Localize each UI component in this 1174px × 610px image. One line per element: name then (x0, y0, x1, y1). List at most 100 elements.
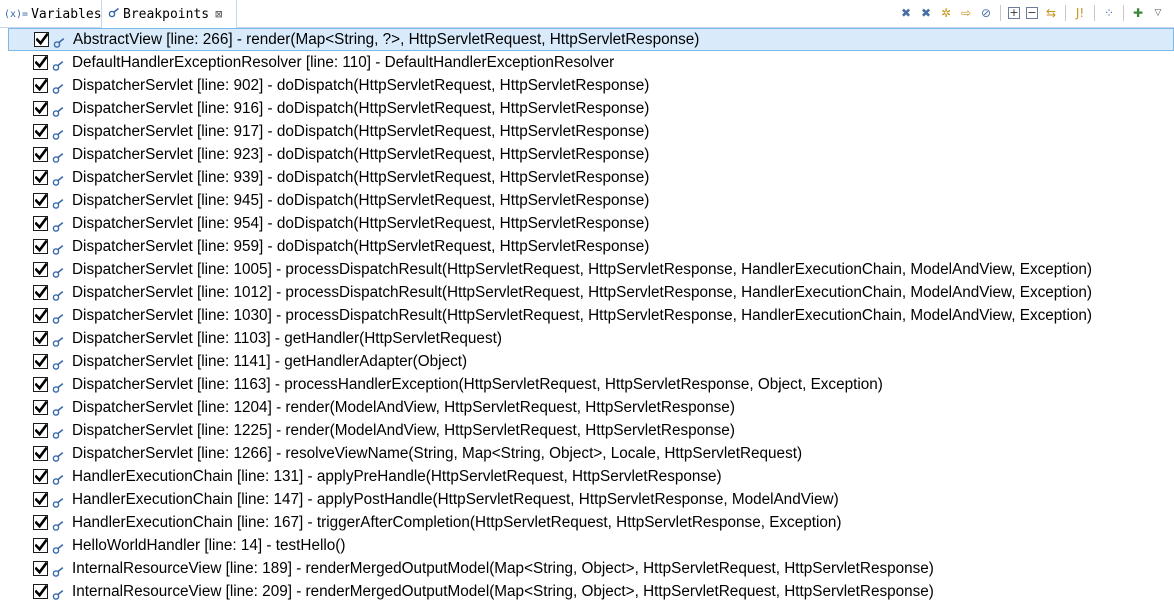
go-to-file-icon[interactable]: ⇨ (959, 5, 973, 21)
breakpoint-row[interactable]: DispatcherServlet [line: 945] - doDispat… (8, 189, 1174, 212)
breakpoint-icon (52, 218, 64, 232)
breakpoint-enabled-checkbox[interactable] (33, 538, 48, 553)
breakpoint-enabled-checkbox[interactable] (33, 446, 48, 461)
breakpoint-enabled-checkbox[interactable] (33, 216, 48, 231)
breakpoint-row[interactable]: DispatcherServlet [line: 1163] - process… (8, 373, 1174, 396)
tab-breakpoints[interactable]: Breakpoints ⊠ (101, 0, 237, 28)
breakpoint-enabled-checkbox[interactable] (33, 239, 48, 254)
breakpoint-enabled-checkbox[interactable] (33, 308, 48, 323)
breakpoint-row[interactable]: DispatcherServlet [line: 1005] - process… (8, 258, 1174, 281)
breakpoint-row[interactable]: DispatcherServlet [line: 939] - doDispat… (8, 166, 1174, 189)
view-menu-icon[interactable]: ▽ (1151, 5, 1165, 21)
remove-selected-breakpoints-icon[interactable]: ✖ (899, 5, 913, 21)
breakpoint-row[interactable]: AbstractView [line: 266] - render(Map<St… (8, 28, 1174, 51)
breakpoint-icon (52, 448, 64, 462)
toolbar-separator (1094, 5, 1095, 21)
breakpoint-enabled-checkbox[interactable] (33, 262, 48, 277)
breakpoint-icon (52, 264, 64, 278)
breakpoint-label: HandlerExecutionChain [line: 131] - appl… (72, 467, 722, 485)
close-icon[interactable]: ⊠ (215, 7, 222, 21)
breakpoint-row[interactable]: DispatcherServlet [line: 917] - doDispat… (8, 120, 1174, 143)
breakpoint-row[interactable]: DispatcherServlet [line: 916] - doDispat… (8, 97, 1174, 120)
breakpoint-label: DispatcherServlet [line: 1141] - getHand… (72, 352, 468, 370)
show-supported-breakpoints-icon[interactable]: ✲ (939, 5, 953, 21)
toolbar-separator (1065, 5, 1066, 21)
breakpoint-row[interactable]: InternalResourceView [line: 209] - rende… (8, 580, 1174, 603)
breakpoint-label: DispatcherServlet [line: 1204] - render(… (72, 398, 735, 416)
breakpoint-icon (52, 149, 64, 163)
remove-all-breakpoints-icon[interactable]: ✖ (919, 5, 933, 21)
import-breakpoints-icon[interactable]: ⁘ (1102, 5, 1116, 21)
breakpoint-label: DispatcherServlet [line: 1163] - process… (72, 375, 883, 393)
breakpoint-enabled-checkbox[interactable] (33, 400, 48, 415)
breakpoint-row[interactable]: DispatcherServlet [line: 1030] - process… (8, 304, 1174, 327)
collapse-all-icon[interactable]: − (1026, 7, 1038, 19)
breakpoint-enabled-checkbox[interactable] (33, 78, 48, 93)
breakpoint-icon (52, 494, 64, 508)
breakpoint-row[interactable]: HandlerExecutionChain [line: 131] - appl… (8, 465, 1174, 488)
breakpoint-label: InternalResourceView [line: 209] - rende… (72, 582, 934, 600)
breakpoint-row[interactable]: DispatcherServlet [line: 1012] - process… (8, 281, 1174, 304)
breakpoint-row[interactable]: InternalResourceView [line: 189] - rende… (8, 557, 1174, 580)
breakpoint-row[interactable]: DispatcherServlet [line: 1266] - resolve… (8, 442, 1174, 465)
breakpoint-label: HandlerExecutionChain [line: 147] - appl… (72, 490, 839, 508)
breakpoint-label: DispatcherServlet [line: 945] - doDispat… (72, 191, 650, 209)
breakpoint-enabled-checkbox[interactable] (33, 377, 48, 392)
breakpoint-label: DispatcherServlet [line: 902] - doDispat… (72, 76, 650, 94)
breakpoint-enabled-checkbox[interactable] (33, 354, 48, 369)
add-java-exception-breakpoint-icon[interactable]: J! (1073, 5, 1087, 21)
breakpoint-icon (52, 563, 64, 577)
breakpoint-row[interactable]: HelloWorldHandler [line: 14] - testHello… (8, 534, 1174, 557)
breakpoint-icon (52, 379, 64, 393)
breakpoint-enabled-checkbox[interactable] (33, 101, 48, 116)
breakpoint-label: DispatcherServlet [line: 939] - doDispat… (72, 168, 650, 186)
breakpoint-label: DispatcherServlet [line: 959] - doDispat… (72, 237, 650, 255)
breakpoint-icon (52, 241, 64, 255)
breakpoint-icon (52, 126, 64, 140)
breakpoint-enabled-checkbox[interactable] (34, 32, 49, 47)
breakpoint-row[interactable]: DispatcherServlet [line: 1141] - getHand… (8, 350, 1174, 373)
breakpoint-enabled-checkbox[interactable] (33, 147, 48, 162)
tab-variables[interactable]: (x)= Variables (4, 0, 102, 28)
breakpoint-row[interactable]: DispatcherServlet [line: 1225] - render(… (8, 419, 1174, 442)
breakpoint-label: DispatcherServlet [line: 1225] - render(… (72, 421, 735, 439)
breakpoint-label: InternalResourceView [line: 189] - rende… (72, 559, 934, 577)
breakpoint-row[interactable]: DispatcherServlet [line: 923] - doDispat… (8, 143, 1174, 166)
breakpoint-icon (52, 425, 64, 439)
add-breakpoint-icon[interactable]: ✚ (1131, 5, 1145, 21)
breakpoint-row[interactable]: DispatcherServlet [line: 902] - doDispat… (8, 74, 1174, 97)
breakpoint-enabled-checkbox[interactable] (33, 584, 48, 599)
breakpoint-label: DispatcherServlet [line: 923] - doDispat… (72, 145, 650, 163)
breakpoint-icon (52, 471, 64, 485)
breakpoint-icon (52, 103, 64, 117)
breakpoint-enabled-checkbox[interactable] (33, 423, 48, 438)
breakpoint-row[interactable]: HandlerExecutionChain [line: 167] - trig… (8, 511, 1174, 534)
toolbar-separator (1123, 5, 1124, 21)
breakpoint-row[interactable]: DispatcherServlet [line: 959] - doDispat… (8, 235, 1174, 258)
breakpoint-enabled-checkbox[interactable] (33, 193, 48, 208)
breakpoint-label: HelloWorldHandler [line: 14] - testHello… (72, 536, 346, 554)
breakpoint-enabled-checkbox[interactable] (33, 515, 48, 530)
expand-all-icon[interactable]: + (1008, 7, 1020, 19)
breakpoint-row[interactable]: DefaultHandlerExceptionResolver [line: 1… (8, 51, 1174, 74)
breakpoint-label: DispatcherServlet [line: 1030] - process… (72, 306, 1093, 324)
breakpoint-row[interactable]: DispatcherServlet [line: 1103] - getHand… (8, 327, 1174, 350)
breakpoint-row[interactable]: DispatcherServlet [line: 954] - doDispat… (8, 212, 1174, 235)
breakpoint-enabled-checkbox[interactable] (33, 124, 48, 139)
breakpoint-icon (52, 172, 64, 186)
breakpoint-enabled-checkbox[interactable] (33, 331, 48, 346)
link-with-debug-view-icon[interactable]: ⇆ (1044, 5, 1058, 21)
breakpoint-row[interactable]: HandlerExecutionChain [line: 147] - appl… (8, 488, 1174, 511)
skip-all-breakpoints-icon[interactable]: ⊘ (979, 5, 993, 21)
breakpoint-label: AbstractView [line: 266] - render(Map<St… (73, 30, 700, 48)
breakpoint-enabled-checkbox[interactable] (33, 469, 48, 484)
breakpoint-enabled-checkbox[interactable] (33, 492, 48, 507)
breakpoint-label: DispatcherServlet [line: 1103] - getHand… (72, 329, 502, 347)
breakpoint-label: DispatcherServlet [line: 917] - doDispat… (72, 122, 650, 140)
breakpoint-row[interactable]: DispatcherServlet [line: 1204] - render(… (8, 396, 1174, 419)
breakpoint-enabled-checkbox[interactable] (33, 285, 48, 300)
variables-icon: (x)= (4, 8, 29, 20)
breakpoint-enabled-checkbox[interactable] (33, 170, 48, 185)
breakpoint-enabled-checkbox[interactable] (33, 55, 48, 70)
breakpoint-enabled-checkbox[interactable] (33, 561, 48, 576)
